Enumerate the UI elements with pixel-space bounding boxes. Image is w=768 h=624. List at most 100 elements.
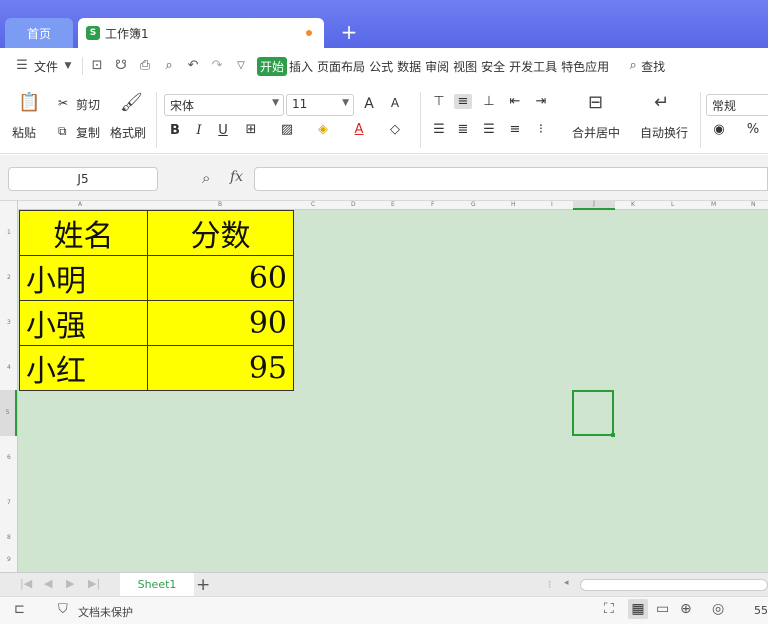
cell-a3[interactable]: 小强 bbox=[19, 300, 148, 346]
tab-special-apps[interactable]: 特色应用 bbox=[559, 58, 611, 75]
formula-input[interactable] bbox=[254, 167, 768, 191]
fill-pattern-icon[interactable]: ▨ bbox=[278, 122, 296, 137]
column-header-n[interactable]: N bbox=[751, 201, 756, 208]
tab-page-layout[interactable]: 页面布局 bbox=[315, 58, 367, 75]
cell-a2[interactable]: 小明 bbox=[19, 255, 148, 301]
align-top-icon[interactable]: ⊤ bbox=[430, 94, 448, 109]
page-break-view-icon[interactable]: ⊕ bbox=[680, 601, 692, 617]
next-sheet-icon[interactable]: ▶ bbox=[66, 577, 74, 590]
cell-b1[interactable]: 分数 bbox=[147, 210, 294, 256]
zoom-level[interactable]: 55 bbox=[754, 604, 768, 617]
prev-sheet-icon[interactable]: ◀ bbox=[44, 577, 52, 590]
sheet-tab-sheet1[interactable]: Sheet1 bbox=[120, 573, 194, 597]
hamburger-menu-icon[interactable]: ☰ bbox=[14, 58, 30, 74]
cut-button[interactable]: 剪切 bbox=[76, 96, 100, 113]
page-layout-view-icon[interactable]: ▭ bbox=[656, 601, 669, 617]
search-button[interactable]: 查找 bbox=[641, 58, 665, 75]
cell-a4[interactable]: 小红 bbox=[19, 345, 148, 391]
fx-button[interactable]: fx bbox=[230, 169, 243, 185]
fullscreen-icon[interactable]: ⛶ bbox=[604, 601, 614, 617]
border-icon[interactable]: ⊞ bbox=[242, 122, 260, 137]
print-icon[interactable]: ⎙ bbox=[137, 58, 153, 74]
normal-view-icon[interactable]: ▦ bbox=[628, 599, 648, 619]
column-header-a[interactable]: A bbox=[78, 201, 82, 208]
copy-button[interactable]: 复制 bbox=[76, 124, 100, 141]
paste-icon[interactable]: 📋 bbox=[18, 92, 40, 113]
column-header-l[interactable]: L bbox=[671, 201, 674, 208]
cell-b3[interactable]: 90 bbox=[147, 300, 294, 346]
tab-developer[interactable]: 开发工具 bbox=[507, 58, 559, 75]
scroll-divider-icon[interactable]: ⁝ bbox=[548, 578, 552, 591]
last-sheet-icon[interactable]: ▶| bbox=[88, 577, 100, 590]
font-name-select[interactable]: 宋体 ▼ bbox=[164, 94, 284, 116]
row-header-2[interactable]: 2 bbox=[7, 274, 11, 281]
align-right-icon[interactable]: ☰ bbox=[480, 122, 498, 137]
file-menu[interactable]: 文件 bbox=[34, 58, 58, 75]
column-header-h[interactable]: H bbox=[511, 201, 516, 208]
tab-formula[interactable]: 公式 bbox=[367, 58, 395, 75]
column-header-g[interactable]: G bbox=[471, 201, 476, 208]
paste-button[interactable]: 粘贴 bbox=[12, 124, 36, 141]
cell-b4[interactable]: 95 bbox=[147, 345, 294, 391]
decrease-font-icon[interactable]: A bbox=[386, 96, 404, 110]
align-bottom-icon[interactable]: ⊥ bbox=[480, 94, 498, 109]
clear-format-icon[interactable]: ◇ bbox=[386, 122, 404, 137]
row-header-8[interactable]: 8 bbox=[7, 534, 11, 541]
layout-icon[interactable]: ⊏ bbox=[14, 602, 25, 617]
save-cloud-icon[interactable]: ☋ bbox=[113, 58, 129, 74]
tab-start[interactable]: 开始 bbox=[257, 56, 288, 76]
cell-reference-box[interactable]: J5 bbox=[8, 167, 158, 191]
align-middle-icon[interactable]: ≡ bbox=[454, 94, 472, 109]
column-header-b[interactable]: B bbox=[218, 201, 222, 208]
tab-data[interactable]: 数据 bbox=[395, 58, 423, 75]
indent-increase-icon[interactable]: ⇥ bbox=[532, 94, 550, 109]
horizontal-scrollbar[interactable] bbox=[580, 579, 768, 591]
customize-toolbar-icon[interactable]: ▽ bbox=[233, 58, 249, 74]
underline-button[interactable]: U bbox=[214, 123, 232, 138]
fill-handle[interactable] bbox=[611, 433, 615, 437]
row-header-4[interactable]: 4 bbox=[7, 364, 11, 371]
row-header-9[interactable]: 9 bbox=[7, 556, 11, 563]
column-header-c[interactable]: C bbox=[311, 201, 315, 208]
eye-protection-icon[interactable]: ◎ bbox=[712, 601, 724, 617]
number-format-select[interactable]: 常规 bbox=[706, 94, 768, 116]
row-header-7[interactable]: 7 bbox=[7, 499, 11, 506]
bold-button[interactable]: B bbox=[166, 123, 184, 138]
wrap-text-button[interactable]: 自动换行 bbox=[640, 124, 688, 141]
format-painter-button[interactable]: 格式刷 bbox=[110, 124, 146, 141]
cell-b2[interactable]: 60 bbox=[147, 255, 294, 301]
new-tab-button[interactable]: + bbox=[338, 20, 360, 44]
selected-cell-j5[interactable] bbox=[572, 390, 614, 436]
increase-font-icon[interactable]: A bbox=[360, 96, 378, 112]
search-icon[interactable]: ⌕ bbox=[625, 58, 641, 74]
tab-insert[interactable]: 插入 bbox=[287, 58, 315, 75]
currency-icon[interactable]: ◉ bbox=[710, 122, 728, 137]
row-header-5[interactable]: 5 bbox=[0, 390, 17, 436]
column-header-e[interactable]: E bbox=[391, 201, 395, 208]
column-header-k[interactable]: K bbox=[631, 201, 635, 208]
image-icon[interactable]: ⊡ bbox=[89, 58, 105, 74]
row-header-3[interactable]: 3 bbox=[7, 319, 11, 326]
cell-a1[interactable]: 姓名 bbox=[19, 210, 148, 256]
undo-icon[interactable]: ↶ bbox=[185, 58, 201, 74]
font-size-select[interactable]: 11 ▼ bbox=[286, 94, 354, 116]
justify-icon[interactable]: ≡ bbox=[506, 122, 524, 137]
print-preview-icon[interactable]: ⌕ bbox=[161, 58, 177, 74]
font-color-icon[interactable]: A bbox=[350, 122, 368, 137]
tab-security[interactable]: 安全 bbox=[479, 58, 507, 75]
tab-workbook[interactable]: S 工作簿1 bbox=[78, 18, 324, 48]
zoom-lookup-icon[interactable]: ⌕ bbox=[202, 169, 210, 187]
fill-color-icon[interactable]: ◈ bbox=[314, 122, 332, 137]
tab-home[interactable]: 首页 bbox=[5, 18, 73, 48]
distributed-icon[interactable]: ⁝ bbox=[532, 122, 550, 137]
redo-icon[interactable]: ↷ bbox=[209, 58, 225, 74]
chevron-down-icon[interactable]: ▼ bbox=[60, 58, 76, 74]
format-painter-icon[interactable]: 🖌 bbox=[120, 92, 143, 113]
column-header-m[interactable]: M bbox=[711, 201, 716, 208]
add-sheet-button[interactable]: + bbox=[196, 573, 210, 597]
column-header-j[interactable]: J bbox=[573, 200, 615, 210]
wrap-text-icon[interactable]: ↵ bbox=[654, 92, 669, 113]
percent-button[interactable]: % bbox=[744, 122, 762, 137]
document-protection-status[interactable]: 文档未保护 bbox=[78, 604, 133, 620]
merge-cells-icon[interactable]: ⊟ bbox=[588, 92, 603, 113]
